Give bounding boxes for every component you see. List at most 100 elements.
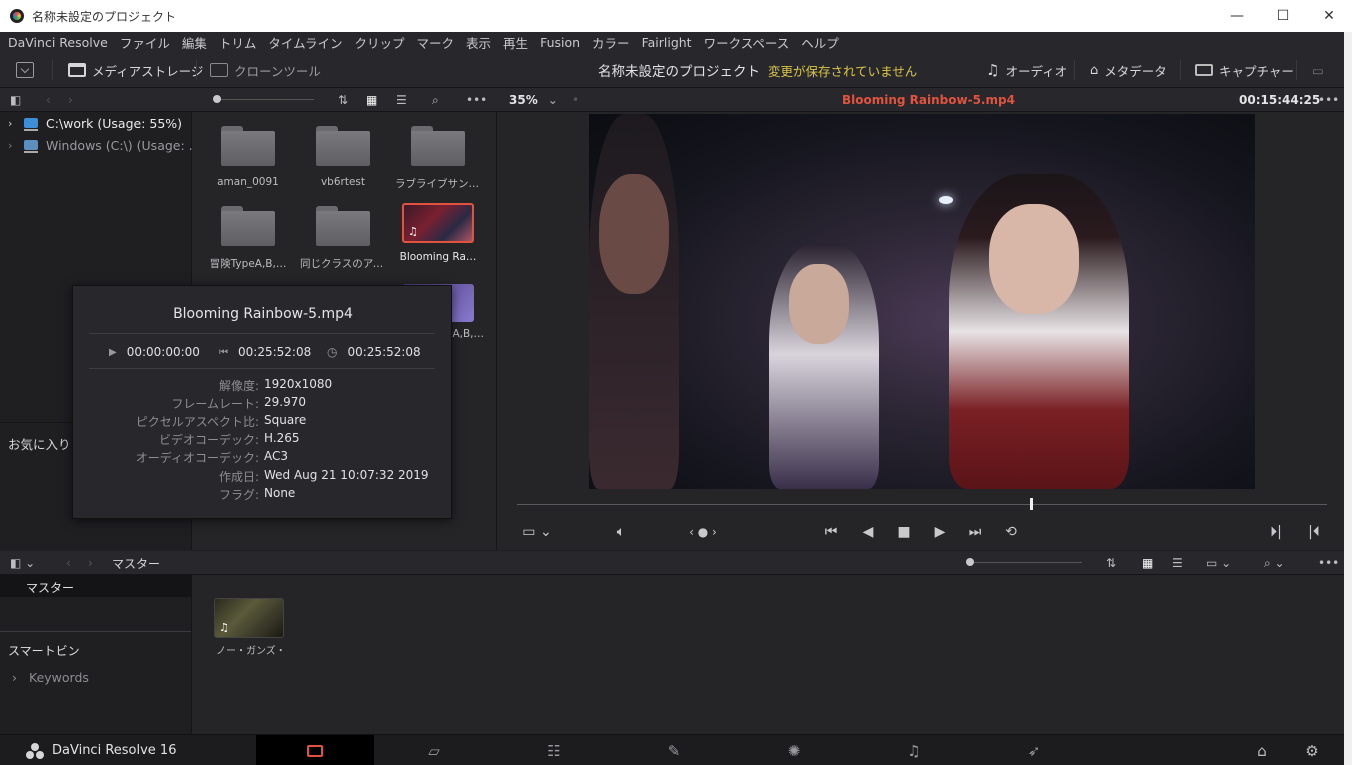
fairlight-page-button[interactable]: ♫ xyxy=(894,735,934,765)
cut-page-icon: ▱ xyxy=(428,741,440,760)
menu-fairlight[interactable]: Fairlight xyxy=(642,35,692,50)
menu-clip[interactable]: クリップ xyxy=(355,33,405,52)
thumb-size-slider[interactable] xyxy=(214,99,314,100)
menu-trim[interactable]: トリム xyxy=(219,33,257,52)
gear-icon: ⚙ xyxy=(1305,741,1319,760)
playhead[interactable] xyxy=(1030,498,1034,510)
drive-item-work[interactable]: › C:\work (Usage: 55%) xyxy=(8,113,182,133)
menu-mark[interactable]: マーク xyxy=(417,33,455,52)
menu-file[interactable]: ファイル xyxy=(120,33,170,52)
zoom-dropdown[interactable]: 35% ⌄ xyxy=(509,88,558,112)
background-window-edge xyxy=(1344,32,1352,765)
meta-resolution: 解像度: 1920x1080 xyxy=(218,377,333,393)
bin-clip-view-icon[interactable]: ▭ ⌄ xyxy=(1206,551,1231,575)
bin-search-icon[interactable]: ⌕ ⌄ xyxy=(1264,551,1285,575)
bin-thumb-slider[interactable] xyxy=(970,562,1082,563)
music-note-icon: ♫ xyxy=(986,61,1000,79)
jog-control[interactable]: ‹ ● › xyxy=(681,522,725,542)
menu-color[interactable]: カラー xyxy=(592,33,630,52)
bin-sidebar-toggle-icon[interactable]: ◧ ⌄ xyxy=(10,551,35,575)
edit-page-button[interactable]: ☷ xyxy=(534,735,574,765)
resolve-app-icon xyxy=(10,9,24,23)
meta-audio-codec: オーディオコーデック: AC3 xyxy=(135,449,289,465)
folder-item[interactable]: 同じクラスのアイ… xyxy=(300,206,386,271)
bin-forward-icon[interactable]: › xyxy=(88,551,93,575)
bin-sort-icon[interactable]: ⇅ xyxy=(1106,551,1116,575)
timecode-duration: ◷ 00:25:52:08 xyxy=(327,344,421,360)
video-frame[interactable] xyxy=(589,114,1255,489)
viewer-mode-dropdown[interactable]: ▭ ⌄ xyxy=(519,522,555,542)
favorites-label: お気に入り xyxy=(8,437,71,452)
volume-icon[interactable]: 🔈︎ xyxy=(609,522,633,542)
mark-in-icon[interactable]: |⏴ xyxy=(1303,522,1325,542)
back-arrow-icon[interactable]: ‹ xyxy=(46,88,51,112)
fairlight-page-icon: ♫ xyxy=(907,741,921,760)
video-file-item-selected[interactable]: ♫ Blooming Ra… xyxy=(395,203,481,263)
first-frame-icon[interactable]: ⏮ xyxy=(819,522,843,542)
thumb-size-knob[interactable] xyxy=(213,95,221,103)
bin-grid-view-icon[interactable]: ▦ xyxy=(1142,551,1153,575)
drive-icon xyxy=(24,140,38,153)
scrub-bar[interactable] xyxy=(517,504,1327,505)
menu-davinci[interactable]: DaVinci Resolve xyxy=(8,35,108,50)
music-note-icon: ♫ xyxy=(408,225,418,238)
presenter-button[interactable]: ▭ xyxy=(1312,52,1324,88)
media-page-button[interactable] xyxy=(256,735,374,765)
folder-item[interactable]: aman_0091 xyxy=(205,126,291,188)
last-frame-icon[interactable]: ⏭ xyxy=(963,522,987,542)
close-button[interactable]: ✕ xyxy=(1306,0,1352,32)
sidebar-toggle-icon[interactable]: ◧ xyxy=(10,88,21,112)
stop-icon[interactable]: ■ xyxy=(893,522,915,542)
fusion-page-button[interactable]: ✎ xyxy=(654,735,694,765)
maximize-button[interactable]: ☐ xyxy=(1260,0,1306,32)
tag-icon: ⌂ xyxy=(1090,62,1099,78)
mark-out-icon[interactable]: ⏵| xyxy=(1265,522,1287,542)
forward-arrow-icon[interactable]: › xyxy=(68,88,73,112)
deliver-page-button[interactable]: ➶ xyxy=(1014,735,1054,765)
meta-pixel-aspect: ピクセルアスペクト比: Square xyxy=(135,413,307,429)
clip-thumbnail[interactable]: ♫ xyxy=(214,598,284,638)
folder-item[interactable]: vb6rtest xyxy=(300,126,386,188)
media-storage-button[interactable]: メディアストレージ xyxy=(68,52,203,88)
loop-icon[interactable]: ⟲ xyxy=(999,522,1023,542)
menu-workspace[interactable]: ワークスペース xyxy=(704,33,790,52)
menu-playback[interactable]: 再生 xyxy=(503,33,528,52)
bin-more-icon[interactable]: ••• xyxy=(1318,551,1339,575)
metadata-button[interactable]: ⌂ メタデータ xyxy=(1090,52,1167,88)
sort-icon[interactable]: ⇅ xyxy=(338,88,348,112)
capture-button[interactable]: キャプチャー xyxy=(1195,52,1294,88)
clone-tool-button[interactable]: クローンツール xyxy=(210,52,321,88)
more-options-icon[interactable]: ••• xyxy=(466,88,487,112)
grid-view-icon[interactable]: ▦ xyxy=(366,88,377,112)
folder-item[interactable]: ラブライブサンシ… xyxy=(395,126,481,191)
drive-item-windows[interactable]: › Windows (C:\) (Usage: ... xyxy=(8,135,201,155)
audio-button[interactable]: ♫ オーディオ xyxy=(986,52,1067,88)
unsaved-indicator: 変更が保存されていません xyxy=(768,63,918,79)
home-button[interactable]: ⌂ xyxy=(1242,735,1282,765)
search-icon[interactable]: ⌕ xyxy=(432,88,439,112)
menu-edit[interactable]: 編集 xyxy=(182,33,207,52)
settings-button[interactable]: ⚙ xyxy=(1292,735,1332,765)
menu-fusion[interactable]: Fusion xyxy=(540,35,580,50)
panel-toggle-button[interactable] xyxy=(16,52,34,88)
color-page-button[interactable]: ✺ xyxy=(774,735,814,765)
viewer-mode-icon: ▭ ⌄ xyxy=(522,524,552,540)
menu-help[interactable]: ヘルプ xyxy=(801,33,839,52)
menu-timeline[interactable]: タイムライン xyxy=(268,33,342,52)
bin-back-icon[interactable]: ‹ xyxy=(66,551,71,575)
cut-page-button[interactable]: ▱ xyxy=(414,735,454,765)
bin-thumb-knob[interactable] xyxy=(966,558,974,566)
play-icon[interactable]: ▶ xyxy=(929,522,951,542)
reverse-play-icon[interactable]: ◀ xyxy=(857,522,879,542)
bin-list-view-icon[interactable]: ☰ xyxy=(1172,551,1183,575)
clip-label: ノー・ガンズ・… xyxy=(216,646,286,657)
bin-header: ◧ ⌄ ‹ › マスター ⇅ ▦ ☰ ▭ ⌄ ⌕ ⌄ ••• xyxy=(0,551,1344,575)
minimize-button[interactable]: — xyxy=(1214,0,1260,32)
menu-view[interactable]: 表示 xyxy=(466,33,491,52)
app-branding: DaVinci Resolve 16 xyxy=(26,735,176,765)
viewer-more-icon[interactable]: ••• xyxy=(1318,88,1339,112)
smart-bin-keywords[interactable]: › Keywords xyxy=(12,670,89,685)
bin-item-master[interactable]: マスター xyxy=(0,575,191,597)
folder-item[interactable]: 冒険TypeA,B,… xyxy=(205,206,291,271)
list-view-icon[interactable]: ☰ xyxy=(396,88,407,112)
